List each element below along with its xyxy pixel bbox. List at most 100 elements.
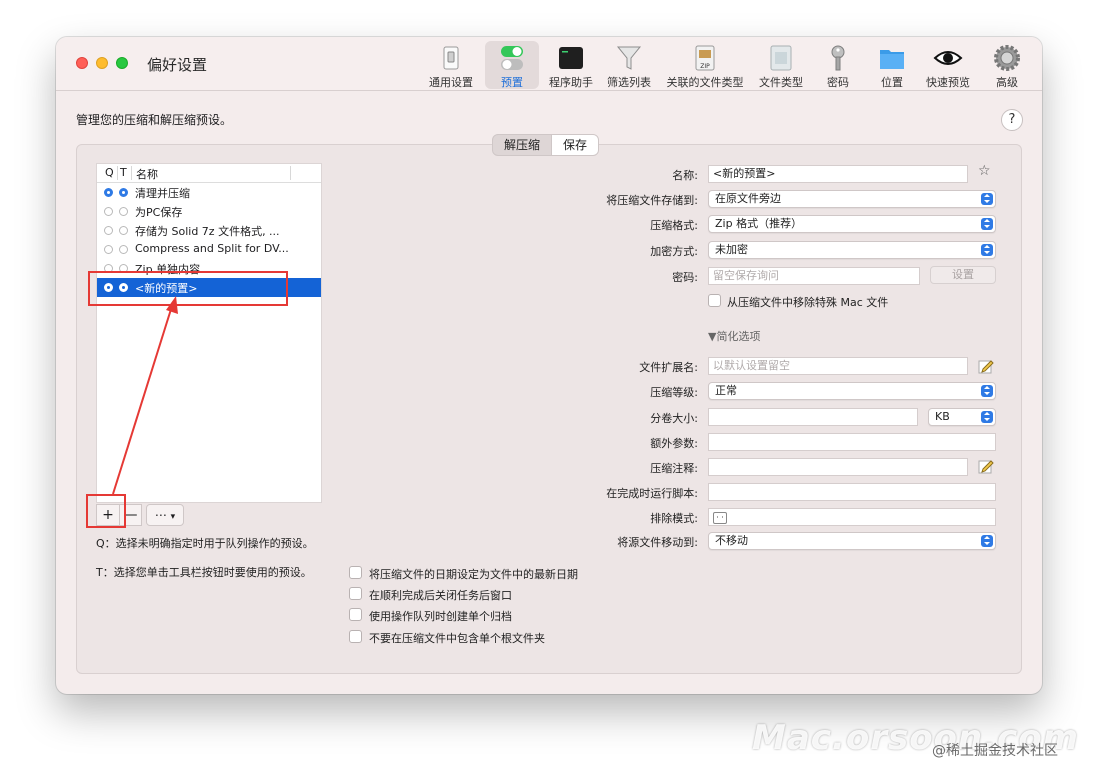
toolbar-filters[interactable]: 筛选列表 <box>603 41 655 89</box>
toolbar-quicklook[interactable]: 快速预览 <box>922 41 974 89</box>
name-label: 名称: <box>672 169 698 182</box>
password-label: 密码: <box>672 271 698 284</box>
latest-date-label: 将压缩文件的日期设定为文件中的最新日期 <box>369 568 578 581</box>
list-item[interactable]: 存储为 Solid 7z 文件格式, ... <box>97 221 321 240</box>
title-bar: 偏好设置 通用设置 预置 程序助手 筛选列表 ZIP 关联的文件类型 文件类型 … <box>56 37 1042 91</box>
minimize-button[interactable] <box>96 57 108 69</box>
close-window-label: 在顺利完成后关闭任务后窗口 <box>369 589 512 602</box>
t-radio[interactable] <box>119 188 128 197</box>
comment-field[interactable] <box>708 458 968 476</box>
list-item[interactable]: 为PC保存 <box>97 202 321 221</box>
extension-field[interactable]: 以默认设置留空 <box>708 357 968 375</box>
chevron-updown-icon <box>981 535 993 547</box>
q-radio[interactable] <box>104 226 113 235</box>
chevron-updown-icon <box>981 244 993 256</box>
exclude-label: 排除模式: <box>650 512 698 525</box>
toolbar-presets[interactable]: 预置 <box>485 41 539 89</box>
t-radio[interactable] <box>119 207 128 216</box>
single-archive-checkbox[interactable] <box>349 608 362 621</box>
q-radio[interactable] <box>104 245 113 254</box>
window-title: 偏好设置 <box>147 56 208 74</box>
chevron-updown-icon <box>981 411 993 423</box>
toolbar-location[interactable]: 位置 <box>869 41 915 89</box>
list-item[interactable]: 清理并压缩 <box>97 183 321 202</box>
star-icon[interactable]: ☆ <box>978 163 991 179</box>
remove-mac-files-label: 从压缩文件中移除特殊 Mac 文件 <box>727 296 889 309</box>
script-field[interactable] <box>708 483 996 501</box>
watermark-credit: @稀土掘金技术社区 <box>932 743 1058 759</box>
terminal-icon <box>556 43 586 73</box>
single-archive-label: 使用操作队列时创建单个归档 <box>369 610 512 623</box>
comment-label: 压缩注释: <box>650 462 698 475</box>
encryption-label: 加密方式: <box>650 245 698 258</box>
level-label: 压缩等级: <box>650 386 698 399</box>
zoom-button[interactable] <box>116 57 128 69</box>
no-root-folder-checkbox[interactable] <box>349 630 362 643</box>
format-label: 压缩格式: <box>650 219 698 232</box>
q-radio[interactable] <box>104 188 113 197</box>
annotation-box-add-button <box>86 494 126 528</box>
list-header: Q T 名称 <box>97 164 321 183</box>
set-password-button[interactable]: 设置 <box>930 266 996 284</box>
name-field[interactable]: <新的预置> <box>708 165 968 183</box>
t-radio[interactable] <box>119 245 128 254</box>
column-q[interactable]: Q <box>105 166 114 179</box>
toolbar-advanced[interactable]: 高级 <box>984 41 1030 89</box>
list-item[interactable]: Compress and Split for DV... <box>97 240 321 259</box>
document-icon <box>766 43 796 73</box>
folder-icon <box>877 43 907 73</box>
exclude-field[interactable]: · · <box>708 508 996 526</box>
tab-extract[interactable]: 解压缩 <box>493 135 551 155</box>
chevron-down-icon: ▾ <box>170 512 176 522</box>
latest-date-checkbox[interactable] <box>349 566 362 579</box>
simplify-disclosure[interactable]: ▼简化选项 <box>708 328 760 344</box>
page-subtitle: 管理您的压缩和解压缩预设。 <box>76 113 233 127</box>
ellipsis-icon: ⋯ <box>154 508 167 522</box>
password-field[interactable]: 留空保存询问 <box>708 267 920 285</box>
zip-archive-icon: ZIP <box>690 43 720 73</box>
toolbar-helpers[interactable]: 程序助手 <box>545 41 597 89</box>
move-source-select[interactable]: 不移动 <box>708 532 996 550</box>
preferences-window: 偏好设置 通用设置 预置 程序助手 筛选列表 ZIP 关联的文件类型 文件类型 … <box>56 37 1042 694</box>
toolbar-password[interactable]: 密码 <box>815 41 861 89</box>
tab-save[interactable]: 保存 <box>551 135 599 155</box>
level-select[interactable]: 正常 <box>708 382 996 400</box>
extra-params-label: 额外参数: <box>650 437 698 450</box>
no-root-folder-label: 不要在压缩文件中包含单个根文件夹 <box>369 632 545 645</box>
chevron-updown-icon <box>981 385 993 397</box>
extension-label: 文件扩展名: <box>639 361 698 374</box>
edit-pencil-icon[interactable] <box>978 358 994 374</box>
toolbar-file-types[interactable]: 文件类型 <box>755 41 807 89</box>
toolbar-associated-types[interactable]: ZIP 关联的文件类型 <box>663 41 747 89</box>
split-size-field[interactable] <box>708 408 918 426</box>
split-unit-select[interactable]: KB <box>928 408 996 426</box>
preset-list[interactable]: Q T 名称 清理并压缩 为PC保存 存储为 Solid 7z 文件格式, ..… <box>96 163 322 503</box>
more-actions-menu[interactable]: ⋯ ▾ <box>146 504 184 526</box>
q-radio[interactable] <box>104 207 113 216</box>
toggles-icon <box>497 43 527 73</box>
column-t[interactable]: T <box>120 166 127 179</box>
key-icon <box>823 43 853 73</box>
toolbar-general[interactable]: 通用设置 <box>426 41 476 89</box>
t-radio[interactable] <box>119 226 128 235</box>
extra-params-field[interactable] <box>708 433 996 451</box>
annotation-box-new-preset <box>88 271 288 306</box>
close-window-checkbox[interactable] <box>349 587 362 600</box>
switch-icon <box>436 43 466 73</box>
edit-pencil-icon[interactable] <box>978 458 994 474</box>
chevron-updown-icon <box>981 218 993 230</box>
help-button[interactable]: ? <box>1001 109 1023 131</box>
chevron-updown-icon <box>981 193 993 205</box>
mode-segmented-control: 解压缩 保存 <box>492 134 600 156</box>
encryption-select[interactable]: 未加密 <box>708 241 996 259</box>
remove-mac-files-checkbox[interactable] <box>708 294 721 307</box>
q-note: Q：选择未明确指定时用于队列操作的预设。 <box>96 537 314 550</box>
save-to-select[interactable]: 在原文件旁边 <box>708 190 996 208</box>
script-label: 在完成时运行脚本: <box>606 487 698 500</box>
funnel-icon <box>614 43 644 73</box>
close-button[interactable] <box>76 57 88 69</box>
column-name[interactable]: 名称 <box>136 166 158 182</box>
format-select[interactable]: Zip 格式（推荐） <box>708 215 996 233</box>
gear-icon <box>992 43 1022 73</box>
save-to-label: 将压缩文件存储到: <box>606 194 698 207</box>
